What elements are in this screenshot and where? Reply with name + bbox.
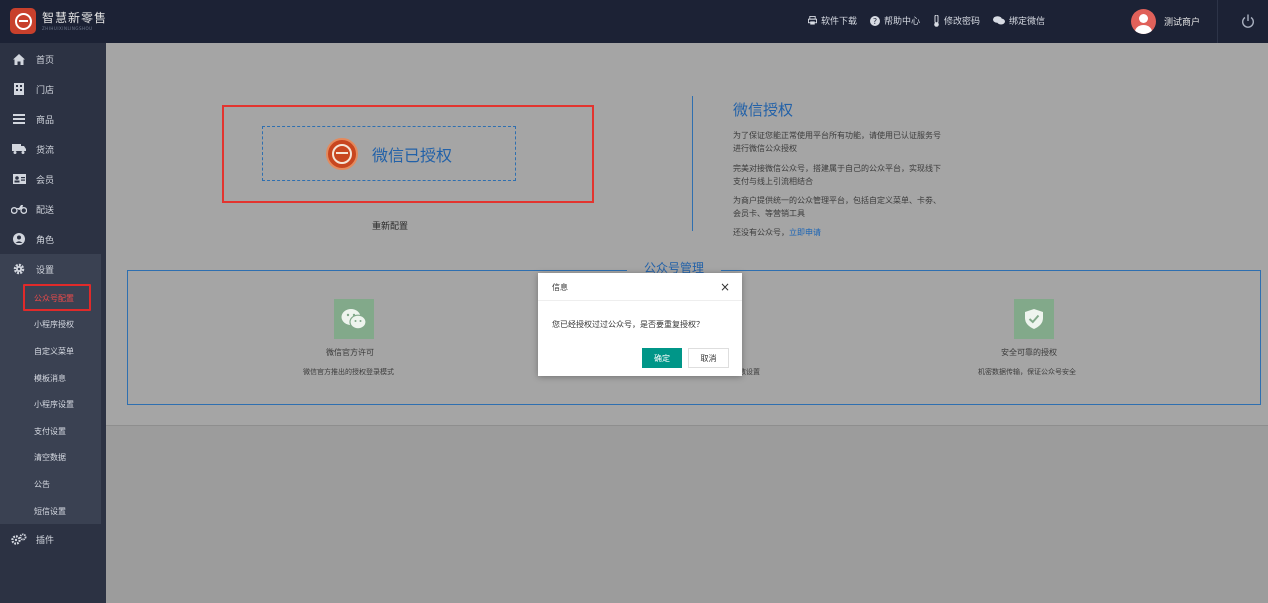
sidebar-item-label: 首页 [36, 55, 55, 66]
bind-wechat-link[interactable]: 绑定微信 [993, 14, 1045, 27]
authorization-status: 微信已授权 [371, 145, 452, 165]
sidebar-item-products[interactable]: 商品 [0, 104, 106, 134]
authorized-badge-icon [325, 137, 358, 170]
top-divider [1217, 0, 1218, 43]
feature-desc-secure-auth: 机密数据传输，保证公众号安全 [978, 368, 1076, 376]
feature-desc-partial: 数设置 [739, 368, 760, 376]
wechat-icon [334, 299, 374, 339]
list-icon [13, 114, 25, 124]
sidebar-item-delivery[interactable]: 配送 [0, 194, 106, 224]
cancel-button[interactable]: 取消 [688, 348, 729, 368]
auth-title: 微信授权 [733, 101, 794, 119]
brand-logo[interactable]: 智慧新零售 ZHIHUIXINLINGSHOU [10, 8, 107, 34]
chat-bubbles-icon [993, 16, 1006, 25]
avatar [1131, 9, 1156, 34]
sidebar-item-label: 货流 [36, 145, 55, 156]
sidebar: 首页 门店 商品 货流 会员 配送 角色 设置 公众号配置 小程序授权 自定义菜… [0, 43, 106, 603]
sidebar-item-settings[interactable]: 设置 [0, 254, 106, 284]
dialog-title: 信息 [552, 283, 568, 292]
question-circle-icon: ? [870, 15, 881, 26]
feature-name-secure-auth: 安全可靠的授权 [1001, 348, 1057, 357]
printer-icon [808, 16, 817, 25]
user-name: 测试商户 [1164, 18, 1201, 28]
sidebar-item-roles[interactable]: 角色 [0, 224, 106, 254]
feature-desc-wechat-license: 微信官方推出的授权登录模式 [303, 368, 394, 376]
sidebar-subitem-miniprogram-auth[interactable]: 小程序授权 [34, 319, 74, 330]
sidebar-item-label: 会员 [36, 175, 55, 186]
top-bar: 智慧新零售 ZHIHUIXINLINGSHOU 软件下载 ? 帮助中心 修改密码… [0, 0, 1268, 43]
panel-bottom-line [106, 425, 1268, 426]
auth-description-3: 为商户提供统一的公众管理平台，包括自定义菜单、卡劵、会员卡、等营销工具 [733, 196, 941, 218]
sidebar-item-label: 配送 [36, 205, 55, 216]
truck-icon [12, 144, 26, 154]
sidebar-item-members[interactable]: 会员 [0, 164, 106, 194]
help-center-label: 帮助中心 [884, 17, 921, 27]
gears-icon [11, 533, 27, 545]
sidebar-item-home[interactable]: 首页 [0, 44, 106, 74]
id-card-icon [12, 174, 26, 184]
sidebar-item-label: 门店 [36, 85, 55, 96]
sidebar-subitem-announcement[interactable]: 公告 [34, 479, 50, 490]
software-download-label: 软件下载 [821, 17, 858, 27]
confirm-button[interactable]: 确定 [642, 348, 682, 368]
building-icon [14, 83, 24, 95]
brand-subtitle: ZHIHUIXINLINGSHOU [42, 25, 93, 31]
user-circle-icon [13, 233, 25, 245]
auth-description-2: 完美对接微信公众号，搭建属于自己的公众平台，实现线下支付与线上引流相结合 [733, 164, 941, 186]
sidebar-item-stores[interactable]: 门店 [0, 74, 106, 104]
user-menu[interactable]: 测试商户 [1131, 9, 1200, 34]
reconfigure-button[interactable]: 重新配置 [372, 219, 408, 232]
change-password-label: 修改密码 [944, 17, 981, 27]
change-password-link[interactable]: 修改密码 [933, 14, 980, 27]
authorization-status-box[interactable]: 微信已授权 [262, 126, 516, 181]
shield-check-icon [1014, 299, 1054, 339]
sidebar-item-label: 角色 [36, 235, 55, 246]
home-icon [13, 53, 25, 65]
confirm-dialog: 信息 × 您已经授权过过公众号，是否要重复授权？ 确定 取消 [538, 273, 742, 376]
dialog-header: 信息 × [538, 273, 742, 301]
sidebar-item-logistics[interactable]: 货流 [0, 134, 106, 164]
sidebar-item-label: 商品 [36, 115, 55, 126]
sidebar-subitem-official-account-config[interactable]: 公众号配置 [23, 284, 91, 311]
sidebar-item-plugins[interactable]: 插件 [0, 524, 106, 554]
apply-now-link[interactable]: 立即申请 [789, 228, 821, 237]
auth-description-1: 为了保证您能正常使用平台所有功能，请使用已认证服务号进行微信公众授权 [733, 131, 941, 153]
bind-wechat-label: 绑定微信 [1009, 17, 1046, 27]
sidebar-subitem-label: 公众号配置 [34, 294, 74, 303]
no-account-text: 还没有公众号， [733, 228, 789, 237]
sidebar-subitem-miniprogram-settings[interactable]: 小程序设置 [34, 399, 74, 410]
sidebar-subitem-sms-settings[interactable]: 短信设置 [34, 506, 66, 517]
sidebar-item-label: 插件 [36, 535, 55, 546]
logout-button[interactable] [1241, 14, 1255, 32]
power-icon [1242, 14, 1254, 28]
brand-title: 智慧新零售 [42, 10, 108, 25]
sidebar-subitem-payment-settings[interactable]: 支付设置 [34, 426, 66, 437]
vertical-divider [692, 96, 693, 231]
sidebar-item-label: 设置 [36, 265, 55, 276]
brand-logo-icon [10, 8, 36, 34]
software-download-link[interactable]: 软件下载 [808, 14, 857, 27]
sidebar-subitem-custom-menu[interactable]: 自定义菜单 [34, 346, 74, 357]
gear-icon [13, 263, 25, 275]
dialog-message: 您已经授权过过公众号，是否要重复授权？ [552, 320, 704, 329]
close-icon[interactable]: × [720, 281, 730, 293]
svg-text:?: ? [873, 17, 877, 26]
no-account-line: 还没有公众号，立即申请 [733, 226, 948, 239]
motorcycle-icon [11, 205, 27, 214]
thermometer-icon [934, 14, 939, 27]
top-links: 软件下载 ? 帮助中心 修改密码 绑定微信 [808, 14, 1058, 27]
sidebar-subitem-clear-data[interactable]: 清空数据 [34, 452, 66, 463]
help-center-link[interactable]: ? 帮助中心 [870, 14, 920, 27]
sidebar-subitem-template-message[interactable]: 模板消息 [34, 373, 66, 384]
feature-name-wechat-license: 微信官方许可 [326, 348, 374, 357]
